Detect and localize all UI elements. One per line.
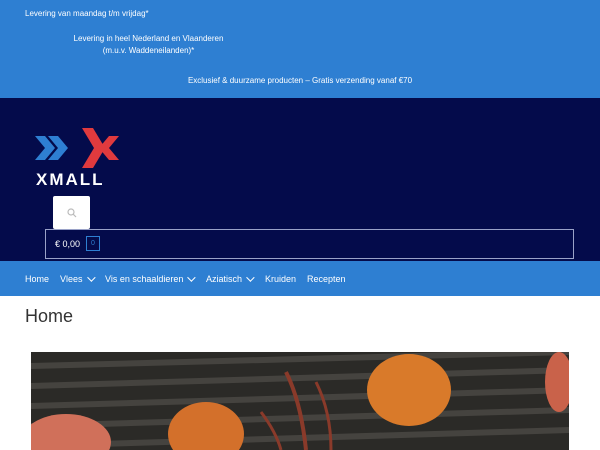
delivery-days-text: Levering van maandag t/m vrijdag* xyxy=(25,9,149,18)
search-button[interactable] xyxy=(53,196,90,229)
nav-item-label: Kruiden xyxy=(265,274,297,284)
nav-item-label: Recepten xyxy=(307,274,346,284)
nav-item-aziatisch[interactable]: Aziatisch xyxy=(206,273,255,284)
free-shipping-text: Exclusief & duurzame producten – Gratis … xyxy=(0,76,600,85)
cart-amount: € 0,00 xyxy=(55,239,81,249)
page-title: Home xyxy=(25,306,74,326)
free-shipping-label: Exclusief & duurzame producten – Gratis … xyxy=(187,76,413,85)
brand-name[interactable]: XMALL xyxy=(36,170,105,190)
delivery-area-line: Levering in heel Nederland en Vlaanderen xyxy=(73,34,224,43)
cart-count-badge: 0 xyxy=(86,236,100,251)
nav-item-vis-en-schaaldieren[interactable]: Vis en schaaldieren xyxy=(105,273,197,284)
main-nav: Home Vlees Vis en schaaldieren Aziatisch… xyxy=(0,261,600,296)
nav-item-kruiden[interactable]: Kruiden xyxy=(265,274,296,284)
nav-item-label: Home xyxy=(25,274,50,284)
delivery-exception-line: (m.u.v. Waddeneilanden)* xyxy=(102,46,195,55)
chevron-down-icon xyxy=(246,273,255,282)
nav-item-vlees[interactable]: Vlees xyxy=(60,273,96,284)
nav-item-label: Vis en schaaldieren xyxy=(105,274,184,284)
nav-item-label: Aziatisch xyxy=(206,274,243,284)
nav-item-label: Vlees xyxy=(60,274,83,284)
top-info-bar: Levering van maandag t/m vrijdag* Leveri… xyxy=(0,0,600,98)
hero-image xyxy=(31,352,569,450)
cart-button[interactable]: € 0,00 0 xyxy=(45,229,574,259)
nav-item-home[interactable]: Home xyxy=(25,274,49,284)
nav-item-recepten[interactable]: Recepten xyxy=(307,274,346,284)
delivery-area-text: Levering in heel Nederland en Vlaanderen… xyxy=(72,33,225,57)
chevron-down-icon xyxy=(86,273,96,282)
chevron-down-icon xyxy=(187,273,197,282)
search-icon xyxy=(66,207,76,217)
